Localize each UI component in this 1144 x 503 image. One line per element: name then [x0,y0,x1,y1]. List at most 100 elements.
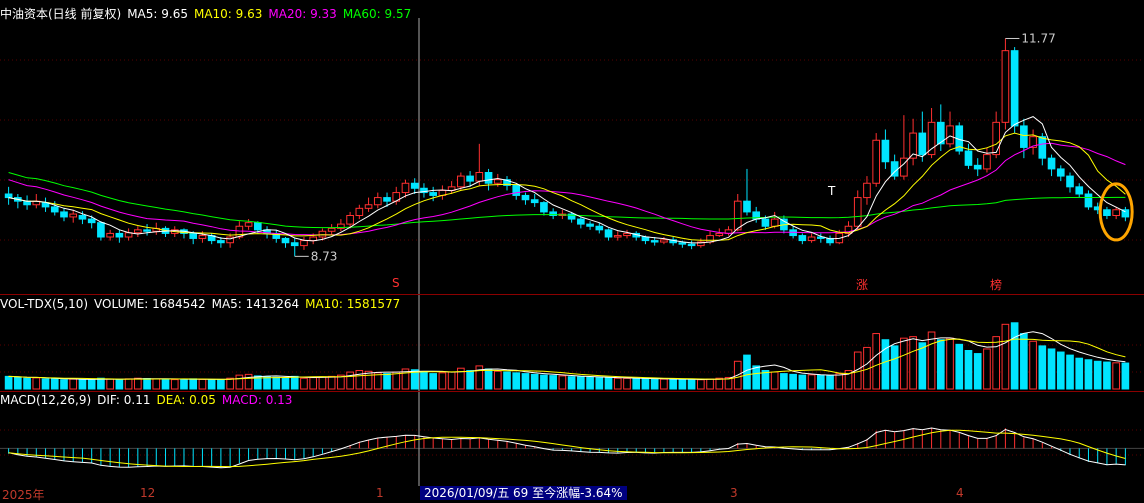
candle-body [1066,175,1074,188]
volume-bar [835,373,844,390]
high-price-label: 11.77 [1021,31,1055,45]
candle-body [687,243,696,247]
volume-bar [567,376,576,390]
macd-title: MACD(12,26,9) [0,393,92,407]
candle-body [410,182,419,189]
candle-body [318,230,327,238]
volume-bar [983,348,991,390]
price-chart[interactable]: 11.77 8.73 [0,0,1144,500]
volume-bar [207,379,216,390]
volume-bar [226,377,234,390]
candle-body [4,193,13,199]
volume-bar [1093,360,1102,390]
x-label-3: 3 [730,486,738,500]
candle-body [613,235,622,238]
volume-bar [872,333,881,390]
volume-bar [97,377,105,390]
volume-bar [355,370,364,390]
volume-bar [955,343,964,390]
candle-body [983,154,991,170]
volume-bar [1112,362,1120,390]
candle-body [69,213,78,218]
candle-body [50,206,59,213]
volume-bar [687,379,696,390]
candle-body [78,215,87,220]
candle-body [660,239,668,243]
volume-bar [586,376,594,390]
candle-body [733,200,742,231]
candle-body [466,175,474,182]
volume-bar [936,339,945,390]
volume-bar [50,378,59,390]
ma60-line [8,172,1126,229]
volume-bar [493,370,502,390]
candle-body [355,207,364,216]
volume-bar [235,374,244,390]
candle-body [60,211,68,218]
vol-volume: VOLUME: 1684542 [94,297,206,311]
volume-bar [170,379,179,390]
ma60-label: MA60: 9.57 [342,7,412,21]
volume-bar [32,377,41,390]
candle-body [253,222,262,231]
volume-bar [60,379,68,390]
candle-body [604,229,613,238]
volume-bar [198,378,207,390]
cursor-date-box: 2026/01/09/五 69 至今涨幅-3.64% [420,486,627,500]
candle-body [484,172,493,184]
candle-body [346,215,354,225]
volume-bar [890,345,899,390]
volume-bar [1038,345,1047,390]
candle-body [1038,136,1047,159]
candle-body [217,240,225,244]
volume-bar [161,378,170,390]
volume-bar [327,375,336,390]
candle-body [512,184,521,196]
volume-bar [706,378,714,390]
volume-bar [23,377,31,390]
volume-bar [613,377,622,390]
candle-body [281,237,290,244]
candle-body [106,232,114,238]
candle-body [641,236,650,242]
volume-bar [346,371,354,390]
volume-bar [715,377,724,390]
volume-bar [364,370,373,390]
volume-bar [466,370,474,390]
candle-body [1103,209,1111,216]
volume-bar [300,377,308,390]
volume-bar [678,378,687,390]
volume-bar [1020,333,1028,390]
volume-bar [1010,322,1019,390]
candle-body [650,240,659,243]
candle-body [457,175,465,188]
volume-bar [115,378,124,390]
volume-bar [697,379,705,390]
x-label-2025: 2025年 [2,488,45,502]
volume-bar [281,377,290,390]
candle-body [143,229,151,232]
candle-body [715,232,724,237]
x-label-12: 12 [140,486,156,500]
volume-bar [650,378,659,390]
macd-legend: MACD(12,26,9) DIF: 0.11 DEA: 0.05 MACD: … [0,392,292,408]
volume-bar [87,379,96,390]
candle-body [189,232,198,239]
volume-bar [134,377,142,390]
volume-bar [244,373,253,390]
volume-bar [632,378,641,390]
volume-bar [1029,340,1037,390]
volume-bar [964,350,973,390]
volume-bar [124,378,133,390]
marker-zhang: 涨 [856,278,869,292]
low-price-label: 8.73 [311,249,338,263]
volume-bar [521,373,530,390]
volume-bar [263,376,271,390]
volume-bar [816,374,825,390]
candle-body [770,218,779,227]
candle-body [198,235,207,239]
volume-bar [1121,362,1130,390]
volume-bar [807,374,816,390]
volume-bar [272,376,281,390]
volume-bar [180,378,188,390]
